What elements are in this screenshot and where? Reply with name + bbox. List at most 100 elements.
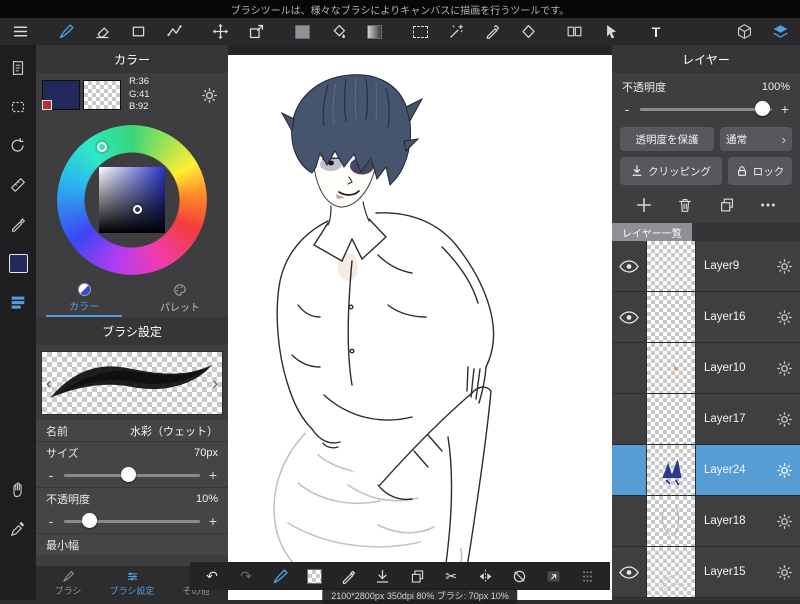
transform-tool-icon[interactable] <box>244 20 268 43</box>
brush-opacity-knob[interactable] <box>81 513 97 528</box>
magic-wand-icon[interactable] <box>444 20 468 43</box>
lock-button[interactable]: ロック <box>728 157 792 185</box>
color-settings-gear-icon[interactable] <box>196 82 222 108</box>
visibility-eye-icon[interactable] <box>612 292 646 342</box>
opacity-minus-button[interactable]: - <box>46 514 56 528</box>
layer-thumbnail[interactable] <box>646 547 696 597</box>
tab-palette[interactable]: パレット <box>132 279 228 317</box>
page-icon[interactable] <box>6 57 30 79</box>
current-color-swatch[interactable] <box>6 252 30 274</box>
brush-color-icon[interactable] <box>268 564 292 588</box>
divide-window-icon[interactable] <box>562 20 586 43</box>
sv-indicator[interactable] <box>133 205 142 214</box>
layer-gear-icon[interactable] <box>768 394 800 444</box>
duplicate-icon[interactable] <box>405 564 429 588</box>
shape-tool-icon[interactable] <box>126 20 150 43</box>
layer-gear-icon[interactable] <box>768 445 800 495</box>
primary-color-swatch[interactable] <box>42 80 80 110</box>
material-panel-icon[interactable] <box>542 564 566 588</box>
menu-icon[interactable] <box>8 20 32 43</box>
color-wheel[interactable] <box>57 125 207 275</box>
move-tool-icon[interactable] <box>208 20 232 43</box>
brush-opacity-slider[interactable] <box>64 513 200 528</box>
transparent-color-swatch[interactable] <box>83 80 121 110</box>
rotate-canvas-icon[interactable] <box>6 135 30 157</box>
text-tool-icon[interactable]: T <box>644 20 668 43</box>
layer-row-selected[interactable]: Layer24 <box>612 445 800 496</box>
tab-brush[interactable]: ブラシ <box>36 566 100 600</box>
material-3d-icon[interactable] <box>732 20 756 43</box>
ruler-icon[interactable] <box>6 174 30 196</box>
redo-icon[interactable]: ↷ <box>234 564 258 588</box>
brush-size-slider[interactable] <box>64 467 200 482</box>
hue-indicator[interactable] <box>97 142 107 152</box>
delete-layer-icon[interactable] <box>673 194 697 216</box>
layer-row[interactable]: Layer16 <box>612 292 800 343</box>
gradient-tool-icon[interactable] <box>362 20 386 43</box>
marquee-icon[interactable] <box>6 96 30 118</box>
layer-thumbnail[interactable] <box>646 445 696 495</box>
eyedropper-icon[interactable] <box>6 518 30 540</box>
protect-alpha-button[interactable]: 透明度を保護 <box>620 127 714 151</box>
blend-mode-button[interactable]: 通常 › <box>720 127 792 151</box>
object-select-icon[interactable] <box>598 20 622 43</box>
flip-icon[interactable] <box>473 564 497 588</box>
visibility-eye-icon[interactable] <box>612 547 646 597</box>
layer-opacity-plus[interactable]: + <box>780 102 790 116</box>
save-icon[interactable] <box>371 564 395 588</box>
undo-icon[interactable]: ↶ <box>200 564 224 588</box>
layer-thumbnail[interactable] <box>646 343 696 393</box>
layer-row[interactable]: Layer18 <box>612 496 800 547</box>
materials-icon[interactable] <box>6 291 30 313</box>
brush-name-row[interactable]: 名前 水彩（ウェット） <box>36 419 228 441</box>
select-eraser-icon[interactable] <box>516 20 540 43</box>
polyline-tool-icon[interactable] <box>162 20 186 43</box>
add-layer-icon[interactable] <box>632 194 656 216</box>
size-plus-button[interactable]: + <box>208 468 218 482</box>
tab-brush-settings[interactable]: ブラシ設定 <box>100 566 164 600</box>
visibility-eye-slot[interactable] <box>612 445 646 495</box>
layer-thumbnail[interactable] <box>646 394 696 444</box>
layer-opacity-knob[interactable] <box>754 101 770 116</box>
layer-more-icon[interactable] <box>756 194 780 216</box>
clipping-button[interactable]: クリッピング <box>620 157 722 185</box>
brush-prev-arrow[interactable]: ‹ <box>46 375 52 392</box>
min-width-row[interactable]: 最小幅 <box>36 533 228 555</box>
select-tool-icon[interactable] <box>408 20 432 43</box>
bucket-tool-icon[interactable] <box>326 20 350 43</box>
layer-opacity-minus[interactable]: - <box>622 102 632 116</box>
layer-gear-icon[interactable] <box>768 547 800 597</box>
eraser-tool-icon[interactable] <box>90 20 114 43</box>
size-minus-button[interactable]: - <box>46 468 56 482</box>
opacity-plus-button[interactable]: + <box>208 514 218 528</box>
scissors-icon[interactable]: ✂ <box>439 564 463 588</box>
layers-panel-icon[interactable] <box>768 20 792 43</box>
hand-icon[interactable] <box>6 479 30 501</box>
decor-pen-icon[interactable] <box>6 213 30 235</box>
layer-row[interactable]: Layer10 <box>612 343 800 394</box>
layer-gear-icon[interactable] <box>768 343 800 393</box>
duplicate-layer-icon[interactable] <box>715 194 739 216</box>
rotate-reset-icon[interactable] <box>508 564 532 588</box>
canvas[interactable] <box>228 55 612 600</box>
brush-size-knob[interactable] <box>121 467 137 482</box>
visibility-eye-slot[interactable] <box>612 394 646 444</box>
brush-next-arrow[interactable]: › <box>212 375 218 392</box>
layer-row[interactable]: Layer15 <box>612 547 800 598</box>
brush-preview[interactable]: ‹ › <box>41 351 223 415</box>
transparent-color-icon[interactable] <box>303 564 327 588</box>
visibility-eye-slot[interactable] <box>612 343 646 393</box>
tab-color[interactable]: カラー <box>36 279 132 317</box>
pen-icon[interactable] <box>337 564 361 588</box>
layer-gear-icon[interactable] <box>768 241 800 291</box>
layer-row[interactable]: Layer9 <box>612 241 800 292</box>
visibility-eye-icon[interactable] <box>612 241 646 291</box>
visibility-eye-slot[interactable] <box>612 496 646 546</box>
drag-handle-icon[interactable] <box>576 564 600 588</box>
layer-thumbnail[interactable] <box>646 241 696 291</box>
layer-gear-icon[interactable] <box>768 496 800 546</box>
foreground-color-swatch[interactable] <box>290 20 314 43</box>
select-pen-icon[interactable] <box>480 20 504 43</box>
layer-thumbnail[interactable] <box>646 496 696 546</box>
saturation-value-box[interactable] <box>99 167 165 233</box>
